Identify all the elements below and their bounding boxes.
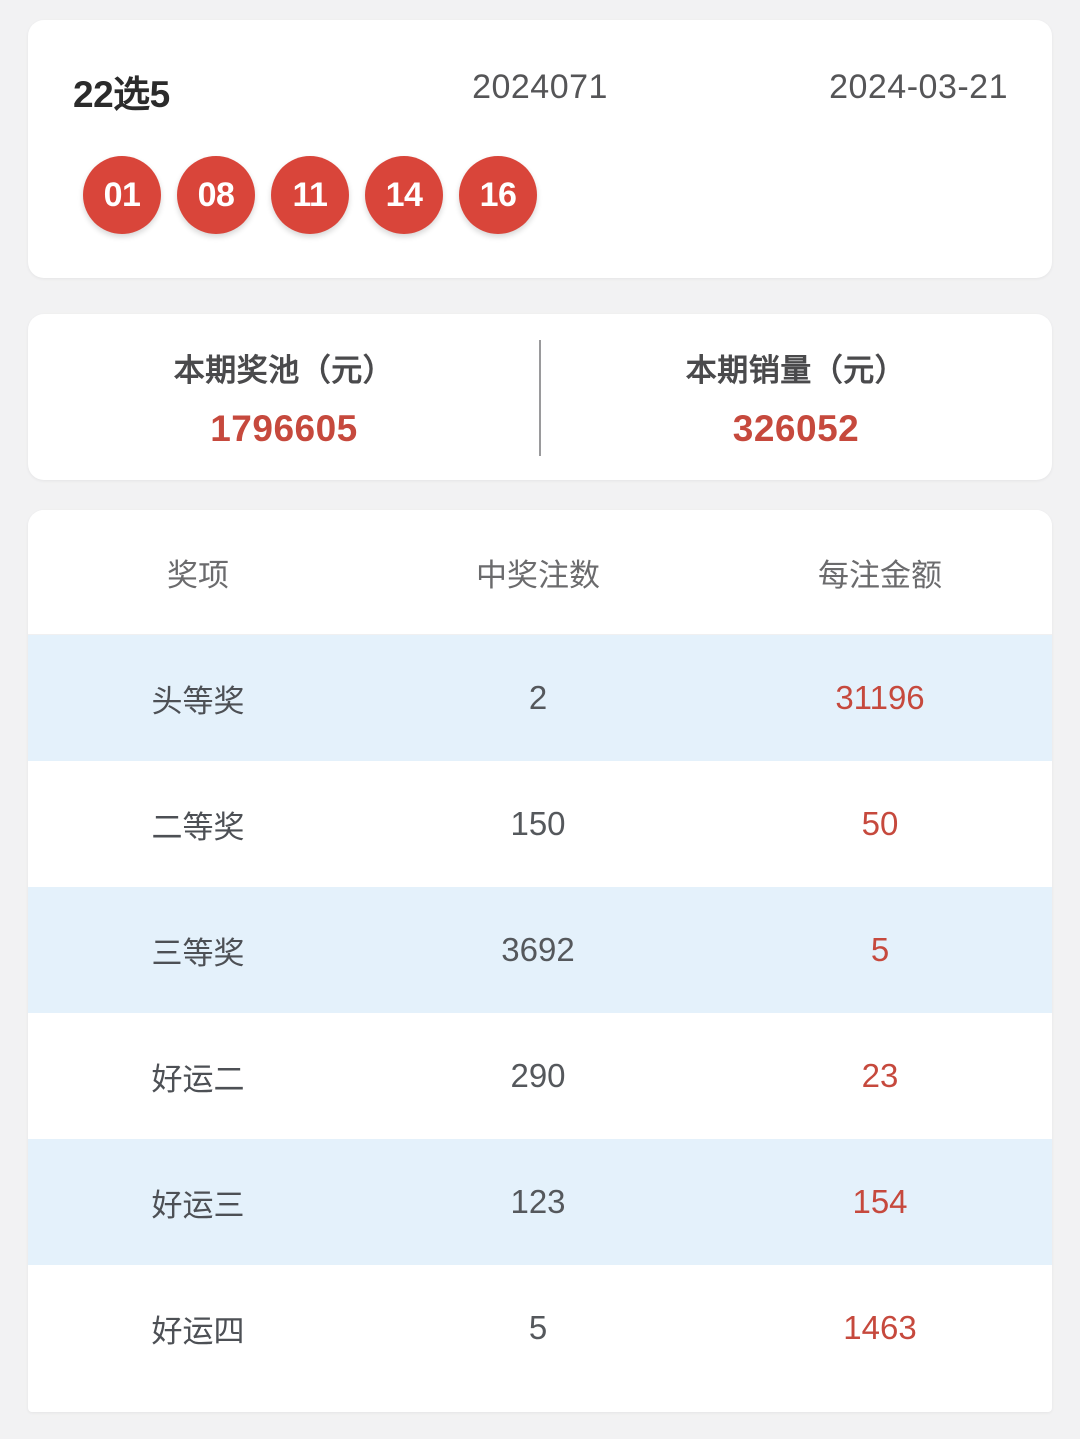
sales-stat: 本期销量（元） 326052 xyxy=(540,345,1052,450)
column-header-winning-count: 中奖注数 xyxy=(476,557,600,593)
prize-breakdown-table: 奖项 中奖注数 每注金额 头等奖 2 31196 二等奖 150 50 三等奖 … xyxy=(28,510,1052,1412)
stats-row: 本期奖池（元） 1796605 本期销量（元） 326052 xyxy=(28,314,1052,480)
prize-amount-per-bet: 154 xyxy=(852,1183,908,1220)
draw-date: 2024-03-21 xyxy=(829,68,1008,106)
sales-value: 326052 xyxy=(732,407,860,449)
table-row: 好运二 290 23 xyxy=(28,1013,1052,1139)
prize-pool-label: 本期奖池（元） xyxy=(173,352,395,388)
prize-amount-per-bet: 1463 xyxy=(843,1309,917,1346)
prize-level-name: 好运四 xyxy=(151,1313,245,1349)
lottery-ball: 16 xyxy=(459,156,537,234)
draw-stats-card: 本期奖池（元） 1796605 本期销量（元） 326052 xyxy=(28,314,1052,480)
prize-pool-stat: 本期奖池（元） 1796605 xyxy=(28,345,540,450)
prize-amount-per-bet: 50 xyxy=(861,805,899,842)
draw-result-card: 22选5 2024071 2024-03-21 01 08 11 14 16 xyxy=(28,20,1052,278)
lottery-result-page: 22选5 2024071 2024-03-21 01 08 11 14 16 本… xyxy=(0,0,1080,1439)
column-header-prize-level: 奖项 xyxy=(167,557,229,593)
prize-winning-count: 290 xyxy=(510,1057,566,1094)
prize-pool-value: 1796605 xyxy=(210,407,358,449)
prize-amount-per-bet: 5 xyxy=(870,931,890,968)
stats-divider xyxy=(539,340,541,456)
prize-level-name: 好运二 xyxy=(151,1061,245,1097)
table-row: 头等奖 2 31196 xyxy=(28,635,1052,761)
lottery-ball: 14 xyxy=(365,156,443,234)
prize-winning-count: 5 xyxy=(528,1309,548,1346)
prize-level-name: 好运三 xyxy=(151,1187,245,1223)
table-row: 好运三 123 154 xyxy=(28,1139,1052,1265)
lottery-ball: 11 xyxy=(271,156,349,234)
prize-winning-count: 2 xyxy=(528,679,548,716)
lottery-ball: 01 xyxy=(83,156,161,234)
prize-winning-count: 3692 xyxy=(501,931,575,968)
prize-winning-count: 123 xyxy=(510,1183,566,1220)
column-header-amount-per-bet: 每注金额 xyxy=(818,557,942,593)
table-header-row: 奖项 中奖注数 每注金额 xyxy=(28,510,1052,635)
prize-level-name: 头等奖 xyxy=(151,683,245,719)
winning-numbers: 01 08 11 14 16 xyxy=(83,156,537,234)
prize-amount-per-bet: 31196 xyxy=(835,679,925,716)
draw-header: 22选5 2024071 2024-03-21 xyxy=(28,20,1052,120)
table-row: 三等奖 3692 5 xyxy=(28,887,1052,1013)
prize-winning-count: 150 xyxy=(510,805,566,842)
prize-amount-per-bet: 23 xyxy=(861,1057,899,1094)
table-row: 二等奖 150 50 xyxy=(28,761,1052,887)
prize-level-name: 二等奖 xyxy=(151,809,245,845)
lottery-ball: 08 xyxy=(177,156,255,234)
table-row: 好运四 5 1463 xyxy=(28,1265,1052,1391)
sales-label: 本期销量（元） xyxy=(685,352,907,388)
prize-level-name: 三等奖 xyxy=(151,935,245,971)
